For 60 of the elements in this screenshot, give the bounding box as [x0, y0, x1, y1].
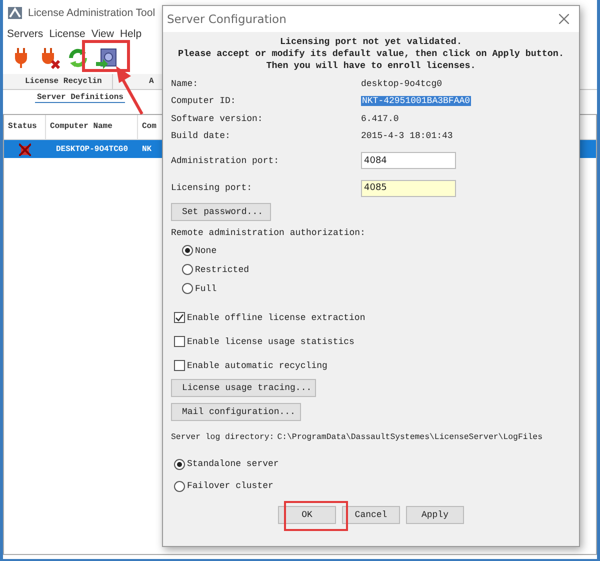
dialog-button[interactable]: OK: [278, 506, 336, 524]
checkbox-label: Enable automatic recycling: [187, 360, 328, 370]
radio-button[interactable]: [182, 264, 193, 275]
message-text: Please accept or modify its default value, then click on Apply button.: [177, 48, 565, 60]
field-label: Licensing port:: [171, 183, 254, 194]
table-cell-text: NK: [141, 144, 153, 154]
radio-button[interactable]: [174, 480, 185, 492]
tab[interactable]: License Recyclin: [3, 74, 113, 89]
radio-label: Standalone server: [187, 459, 279, 469]
close-icon[interactable]: [559, 14, 569, 24]
input-field[interactable]: 4084: [361, 152, 456, 170]
radio-label: None: [195, 246, 217, 256]
menu-item[interactable]: Servers: [5, 28, 46, 40]
toolbar-button[interactable]: [39, 47, 61, 69]
radio-label: Full: [195, 284, 217, 294]
field-label: Server log directory:: [171, 433, 274, 442]
toolbar-button[interactable]: [67, 47, 89, 69]
dialog-title: Server Configuration: [167, 12, 286, 26]
radio-button[interactable]: [182, 245, 193, 256]
dialog-button[interactable]: Set password...: [171, 203, 271, 221]
toolbar-button[interactable]: [95, 47, 117, 69]
radio-label: Failover cluster: [187, 481, 274, 491]
column-header[interactable]: Status: [4, 115, 46, 139]
error-icon: [19, 142, 31, 156]
column-header[interactable]: Computer Name: [46, 115, 138, 139]
refresh-icon: [67, 47, 89, 69]
tab[interactable]: Server Definitions: [35, 93, 126, 103]
menu-item[interactable]: View: [89, 28, 116, 40]
table-cell-text: DESKTOP-9O4TCG0: [55, 144, 130, 154]
message-text: Licensing port not yet validated.: [279, 36, 463, 48]
checkbox-label: Enable license usage statistics: [187, 336, 354, 346]
check-icon: [175, 313, 184, 322]
dialog-button[interactable]: Cancel: [342, 506, 400, 524]
message-text: Then you will have to enroll licenses.: [265, 60, 477, 72]
radio-button[interactable]: [174, 458, 185, 470]
checkbox[interactable]: [174, 360, 185, 371]
field-value: 2015-4-3 18:01:43: [361, 131, 453, 142]
field-label: Administration port:: [171, 156, 280, 166]
radio-button[interactable]: [182, 283, 193, 294]
field-value: NKT-42951001BA3BFAA0: [361, 96, 472, 106]
radio-label: Restricted: [195, 264, 250, 274]
menu-item[interactable]: License: [47, 28, 88, 40]
menu-item[interactable]: Help: [118, 28, 144, 40]
checkbox[interactable]: [174, 336, 185, 347]
app-icon: [7, 5, 23, 21]
field-value: C:\ProgramData\DassaultSystemes\LicenseServer\LogFiles: [277, 433, 543, 442]
dialog-button[interactable]: License usage tracing...: [171, 379, 316, 397]
checkbox[interactable]: [174, 312, 185, 323]
checkbox-label: Enable offline license extraction: [187, 312, 366, 322]
window-title: License Administration Tool: [28, 7, 156, 19]
dialog-button[interactable]: Mail configuration...: [171, 403, 301, 421]
dialog-button[interactable]: Apply: [406, 506, 464, 524]
highlight-box: [284, 500, 348, 530]
server-arrow-icon: [95, 47, 117, 69]
input-field[interactable]: 4085: [361, 180, 456, 197]
plug-x-icon: [39, 47, 61, 69]
field-label: Computer ID:: [171, 96, 237, 106]
section-label: Remote administration authorization:: [171, 227, 366, 240]
field-value: 6.417.0: [361, 114, 399, 124]
field-value: desktop-9o4tcg0: [361, 78, 442, 89]
